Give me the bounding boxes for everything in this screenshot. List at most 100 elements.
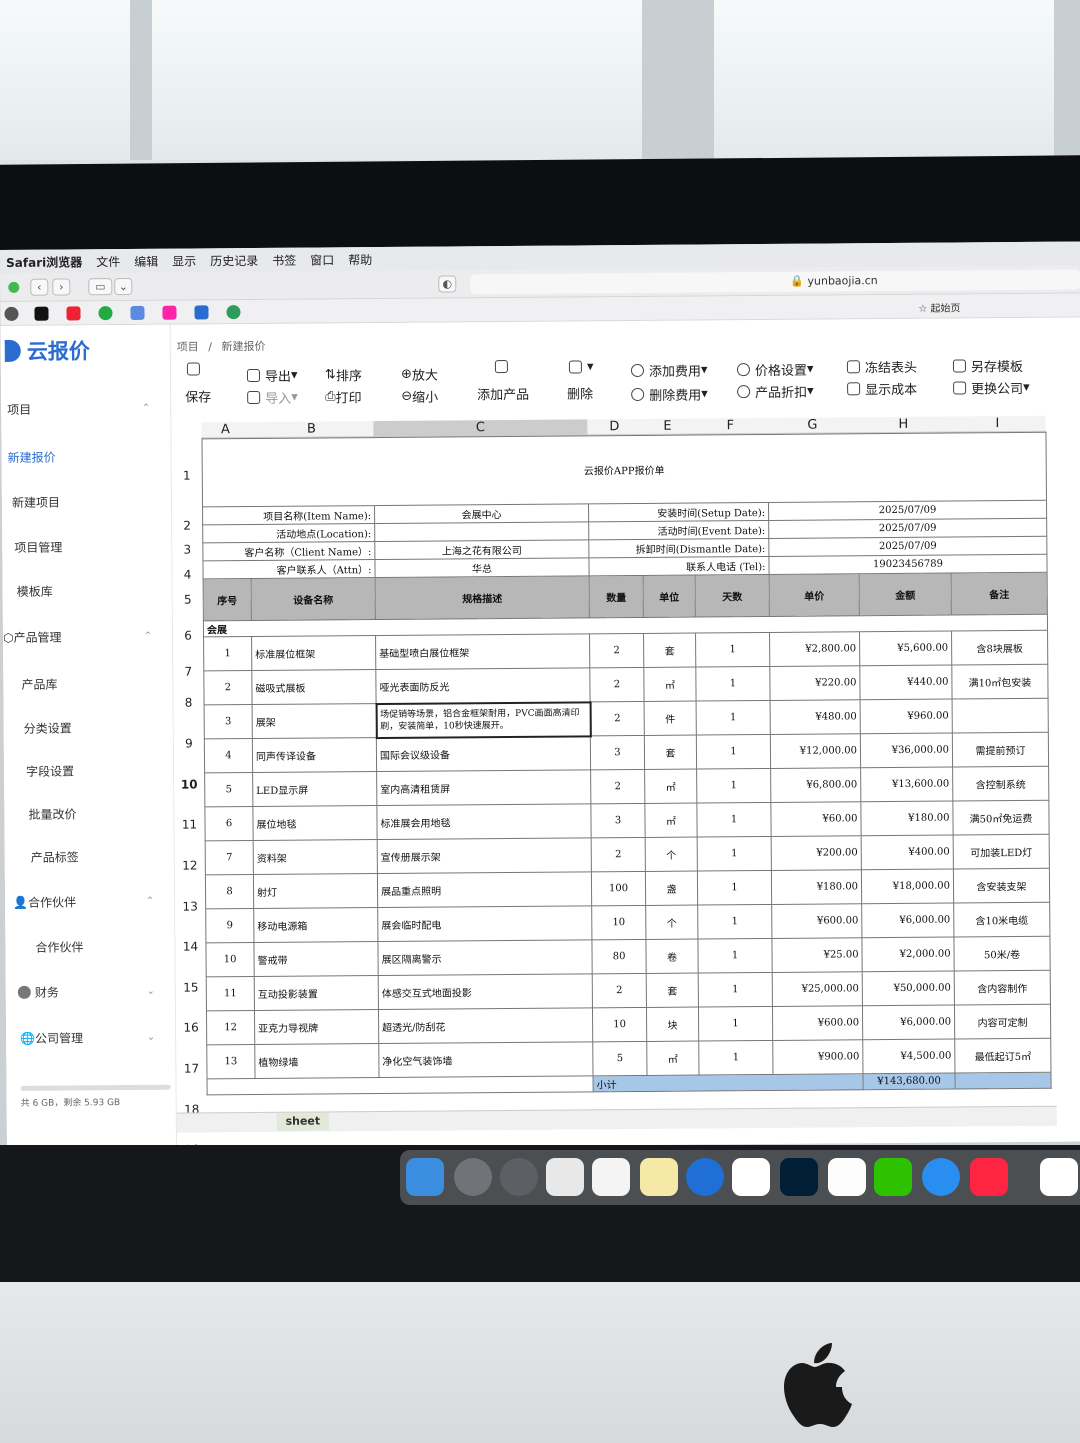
table-cell[interactable]: 套 xyxy=(643,633,696,668)
fav-blue-icon[interactable] xyxy=(194,305,209,320)
table-cell[interactable]: ¥25.00 xyxy=(771,937,863,973)
export-button[interactable]: 导出 ▾ xyxy=(246,366,298,385)
info-label[interactable]: 活动时间(Event Date): xyxy=(588,520,769,540)
table-cell[interactable]: 场促销等场景，铝合金框架耐用，PVC画面高清印刷，安装简单，10秒快速展开。 xyxy=(376,701,591,738)
info-value[interactable]: 2025/07/09 xyxy=(768,518,1047,539)
table-cell[interactable]: 2 xyxy=(591,837,646,872)
table-cell[interactable]: 含10米电缆 xyxy=(953,902,1050,938)
photos-icon[interactable] xyxy=(592,1158,630,1196)
sidebar-item-new-quote[interactable]: 新建报价 xyxy=(2,448,167,466)
row-number[interactable]: 6 xyxy=(173,612,203,661)
table-cell[interactable]: 11 xyxy=(206,976,255,1011)
table-cell[interactable]: LED显示屏 xyxy=(252,771,377,807)
table-cell[interactable]: 个 xyxy=(645,837,698,872)
table-cell[interactable]: 3 xyxy=(590,735,645,770)
zoom-out-button[interactable]: ⊖ 缩小 xyxy=(401,387,438,406)
row-number[interactable]: 11 xyxy=(174,805,204,846)
app-logo[interactable]: 云报价 xyxy=(4,335,90,366)
show-cost-button[interactable]: 显示成本 xyxy=(847,379,917,399)
table-cell[interactable]: 1 xyxy=(695,632,770,668)
table-cell[interactable]: 满10㎡包安装 xyxy=(951,664,1049,700)
browser-icon[interactable] xyxy=(686,1158,724,1196)
info-label[interactable]: 联系人电话 (Tel): xyxy=(588,556,770,576)
column-header[interactable]: F xyxy=(693,417,768,435)
table-cell[interactable]: ¥18,000.00 xyxy=(861,869,954,904)
table-cell[interactable]: ¥180.00 xyxy=(860,801,954,836)
window-zoom-dot[interactable] xyxy=(8,281,20,293)
table-cell[interactable]: ¥220.00 xyxy=(769,665,861,701)
table-cell[interactable]: 展位地毯 xyxy=(252,805,378,841)
delete-button[interactable]: 删除 xyxy=(567,383,593,402)
table-cell[interactable]: ¥25,000.00 xyxy=(772,971,863,1007)
table-cell[interactable]: 1 xyxy=(697,836,772,872)
table-header-cell[interactable]: 序号 xyxy=(203,578,252,621)
price-settings-button[interactable]: 价格设置 ▾ xyxy=(736,360,814,380)
notes-icon[interactable] xyxy=(640,1158,678,1196)
table-cell[interactable]: 2 xyxy=(590,701,645,736)
info-value[interactable]: 上海之花有限公司 xyxy=(374,539,589,560)
menu-history[interactable]: 历史记录 xyxy=(210,251,258,268)
table-cell[interactable]: 展品重点照明 xyxy=(377,871,592,908)
info-label[interactable]: 拆卸时间(Dismantle Date): xyxy=(588,538,769,558)
print-button[interactable]: ⎙ 打印 xyxy=(325,387,362,406)
table-cell[interactable]: 磁吸式展板 xyxy=(251,669,377,705)
column-header[interactable]: D xyxy=(587,418,642,436)
sidebar-group-project[interactable]: 项目 ⌃ xyxy=(1,400,166,418)
sidebar-group-partners[interactable]: 👤 合作伙伴 ⌃ xyxy=(5,893,170,911)
launchpad-icon[interactable] xyxy=(454,1158,492,1196)
forward-icon[interactable]: › xyxy=(52,278,71,296)
table-cell[interactable]: ¥900.00 xyxy=(772,1039,863,1075)
table-cell[interactable]: 可加装LED灯 xyxy=(953,834,1050,870)
table-cell[interactable]: 件 xyxy=(644,701,697,736)
back-icon[interactable]: ‹ xyxy=(30,278,49,296)
add-fee-button[interactable]: 添加费用 ▾ xyxy=(630,360,708,380)
table-header-cell[interactable]: 单位 xyxy=(643,575,696,618)
table-cell[interactable]: 1 xyxy=(697,938,773,974)
table-cell[interactable]: 最低起订5㎡ xyxy=(954,1038,1051,1074)
table-cell[interactable]: 展区隔离警示 xyxy=(377,939,593,976)
table-cell[interactable]: ㎡ xyxy=(644,803,698,838)
row-number[interactable]: 9 xyxy=(174,723,204,764)
info-label[interactable]: 客户联系人（Attn）: xyxy=(202,559,376,579)
table-cell[interactable]: 5 xyxy=(592,1041,648,1076)
change-company-button[interactable]: 更换公司 ▾ xyxy=(953,378,1030,398)
table-cell[interactable]: 6 xyxy=(204,806,254,841)
table-cell[interactable]: 套 xyxy=(646,973,699,1008)
table-cell[interactable]: 2 xyxy=(589,633,644,668)
save-button[interactable]: 保存 xyxy=(185,386,211,405)
table-cell[interactable]: 标准展位框架 xyxy=(251,635,376,671)
save-template-button[interactable]: 另存模板 xyxy=(952,356,1023,376)
freeze-header-button[interactable]: 冻结表头 xyxy=(846,357,917,377)
column-header[interactable]: C xyxy=(373,419,588,438)
column-header[interactable]: H xyxy=(857,416,950,434)
info-label[interactable]: 安装时间(Setup Date): xyxy=(588,502,769,522)
sidebar-item-bulk-price[interactable]: 批量改价 xyxy=(4,805,169,823)
table-cell[interactable]: 个 xyxy=(645,905,698,940)
table-cell[interactable]: 展会临时配电 xyxy=(377,905,592,942)
table-cell[interactable]: 1 xyxy=(695,666,771,702)
table-cell[interactable]: 内容可定制 xyxy=(954,1004,1051,1040)
table-cell[interactable]: 1 xyxy=(698,972,773,1008)
column-header[interactable]: A xyxy=(201,422,250,439)
table-cell[interactable]: 1 xyxy=(696,700,771,736)
table-cell[interactable]: ¥6,800.00 xyxy=(770,767,861,803)
table-cell[interactable]: 同声传译设备 xyxy=(252,737,377,773)
fav-green2-icon[interactable] xyxy=(226,305,241,320)
table-cell[interactable]: 块 xyxy=(646,1007,699,1042)
menu-file[interactable]: 文件 xyxy=(96,253,120,270)
info-value[interactable] xyxy=(374,521,589,542)
table-cell[interactable]: 12 xyxy=(206,1010,255,1045)
sidebar-item-partners[interactable]: 合作伙伴 xyxy=(5,938,170,956)
column-header[interactable]: G xyxy=(767,417,858,434)
table-cell[interactable]: 展架 xyxy=(252,703,377,739)
table-cell[interactable]: 1 xyxy=(698,1006,773,1042)
delete-fee-button[interactable]: 删除费用 ▾ xyxy=(631,384,708,404)
table-cell[interactable]: 100 xyxy=(591,871,646,906)
table-cell[interactable]: 超透光/防刮花 xyxy=(378,1007,593,1044)
table-cell[interactable]: 标准展会用地毯 xyxy=(376,803,592,840)
table-cell[interactable]: ¥200.00 xyxy=(771,835,862,871)
table-cell[interactable]: 亚克力导视牌 xyxy=(254,1009,379,1045)
table-header-cell[interactable]: 规格描述 xyxy=(375,575,590,620)
table-cell[interactable]: 80 xyxy=(591,939,647,974)
subtotal-value[interactable]: ¥143,680.00 xyxy=(862,1073,956,1090)
